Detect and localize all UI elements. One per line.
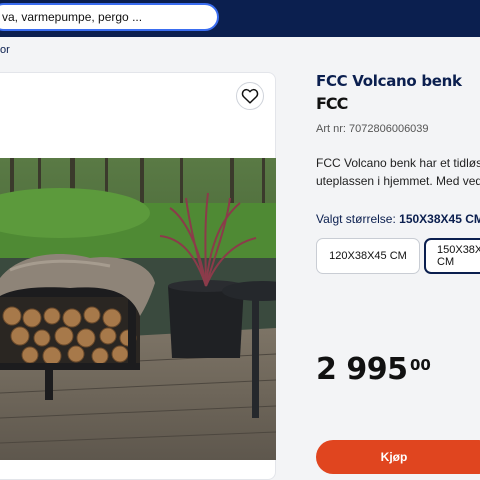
search-input[interactable]: va, varmepumpe, pergo ...: [0, 3, 219, 31]
product-photo: [0, 158, 276, 460]
brand-logo[interactable]: FCC: [316, 94, 348, 113]
product-description: FCC Volcano benk har et tidløst uteplass…: [316, 154, 480, 190]
price-cents: 00: [410, 356, 431, 374]
description-line: uteplassen i hjemmet. Med ved: [316, 174, 480, 188]
selected-size-value: 150X38X45 CM: [399, 212, 480, 226]
description-line: FCC Volcano benk har et tidløst: [316, 156, 480, 170]
article-number: Art nr: 7072806006039: [316, 123, 429, 135]
favorite-button[interactable]: [236, 82, 264, 110]
selected-size-prefix: Valgt størrelse:: [316, 212, 400, 226]
top-navigation-bar: va, varmepumpe, pergo ...: [0, 0, 480, 37]
selected-size-label: Valgt størrelse: 150X38X45 CM: [316, 212, 480, 226]
price: 2 995 00: [316, 352, 431, 387]
size-option-150x38x45[interactable]: 150X38X45 CM: [424, 238, 480, 274]
heart-icon: [241, 88, 259, 104]
size-option-120x38x45[interactable]: 120X38X45 CM: [316, 238, 420, 274]
buy-button[interactable]: Kjøp: [316, 440, 480, 474]
breadcrumb[interactable]: or: [0, 44, 10, 56]
product-title: FCC Volcano benk: [316, 72, 462, 90]
price-main: 2 995: [316, 352, 408, 387]
